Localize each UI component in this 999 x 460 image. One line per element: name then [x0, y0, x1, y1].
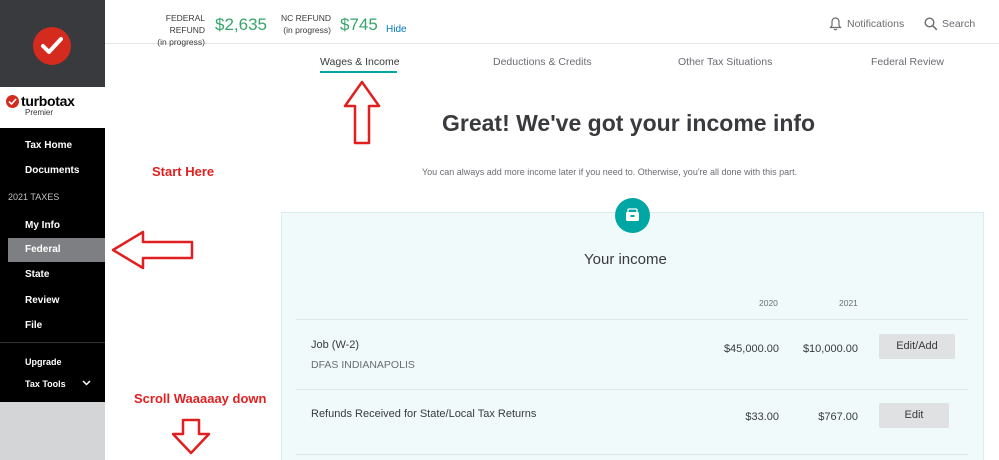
brand-name: turbotax — [21, 93, 75, 109]
notifications-button[interactable]: Notifications — [829, 17, 909, 33]
chevron-down-icon — [82, 380, 91, 386]
active-tab-indicator — [320, 71, 397, 73]
sidebar-footer-area — [0, 402, 105, 460]
federal-refund-label: FEDERAL REFUND (in progress) — [135, 12, 205, 48]
amount-2020: $33.00 — [745, 411, 779, 423]
bell-icon — [829, 17, 842, 31]
row-divider — [296, 454, 968, 455]
sidebar-nav: Tax Home Documents 2021 TAXES My Info Fe… — [0, 128, 105, 402]
tab-other-tax-situations[interactable]: Other Tax Situations — [678, 56, 772, 68]
sidebar-item-federal[interactable]: Federal — [8, 238, 105, 262]
sidebar-item-tax-tools[interactable]: Tax Tools — [0, 372, 105, 396]
sidebar-item-my-info[interactable]: My Info — [0, 214, 105, 238]
state-refund-title: NC REFUND — [280, 13, 331, 23]
left-arrow-icon — [111, 230, 194, 270]
state-refund-label: NC REFUND (in progress) — [275, 12, 331, 36]
federal-refund-status: (in progress) — [157, 37, 205, 47]
checkmark-icon — [6, 95, 19, 108]
amount-2021: $767.00 — [818, 411, 858, 423]
tab-wages-income[interactable]: Wages & Income — [320, 56, 400, 68]
sidebar-logo-area — [0, 0, 105, 87]
sidebar-item-review[interactable]: Review — [0, 289, 105, 313]
sidebar-item-state[interactable]: State — [0, 263, 105, 287]
year-header-2020: 2020 — [759, 298, 778, 308]
search-icon — [924, 17, 938, 31]
page-title: Great! We've got your income info — [442, 110, 816, 136]
turbotax-logo-icon[interactable] — [33, 27, 71, 65]
search-button[interactable]: Search — [924, 17, 984, 33]
hide-refund-link[interactable]: Hide — [386, 24, 407, 35]
edit-button[interactable]: Edit — [879, 403, 949, 428]
sidebar-section-heading: 2021 TAXES — [8, 192, 60, 202]
federal-refund-amount: $2,635 — [215, 15, 267, 34]
scroll-down-annotation: Scroll Waaaaay down — [134, 391, 267, 406]
sidebar-item-documents[interactable]: Documents — [0, 159, 105, 183]
row-divider — [296, 319, 968, 320]
sidebar-item-upgrade[interactable]: Upgrade — [0, 350, 105, 374]
income-row-title: Job (W-2) — [311, 339, 360, 351]
brand-logo: turbotax Premier — [6, 93, 101, 123]
amount-2020: $45,000.00 — [723, 343, 779, 355]
income-row-title: Refunds Received for State/Local Tax Ret… — [311, 408, 537, 420]
sidebar-divider — [0, 342, 105, 343]
tab-deductions-credits[interactable]: Deductions & Credits — [493, 56, 592, 68]
state-refund-status: (in progress) — [283, 25, 331, 35]
page-subtitle: You can always add more income later if … — [422, 167, 798, 177]
search-label: Search — [942, 18, 976, 30]
sidebar-item-tax-home[interactable]: Tax Home — [0, 134, 105, 158]
top-header: FEDERAL REFUND (in progress) $2,635 NC R… — [105, 0, 999, 47]
sidebar-item-label: Tax Tools — [25, 379, 66, 389]
tab-federal-review[interactable]: Federal Review — [871, 56, 944, 68]
state-refund-amount: $745 — [340, 15, 378, 34]
start-here-annotation: Start Here — [152, 164, 215, 179]
wallet-icon — [615, 198, 650, 233]
edit-add-button[interactable]: Edit/Add — [879, 334, 955, 359]
federal-refund-title: FEDERAL REFUND — [165, 13, 205, 35]
year-header-2021: 2021 — [839, 298, 858, 308]
sidebar-item-file[interactable]: File — [0, 314, 105, 338]
sidebar: turbotax Premier Tax Home Documents 2021… — [0, 0, 105, 460]
down-arrow-icon — [171, 418, 211, 455]
notifications-label: Notifications — [847, 18, 905, 30]
row-divider — [296, 389, 968, 390]
card-title: Your income — [584, 251, 667, 268]
up-arrow-icon — [343, 80, 381, 145]
income-row-subtitle: DFAS INDIANAPOLIS — [311, 359, 415, 371]
amount-2021: $10,000.00 — [802, 343, 858, 355]
brand-edition: Premier — [25, 108, 54, 117]
